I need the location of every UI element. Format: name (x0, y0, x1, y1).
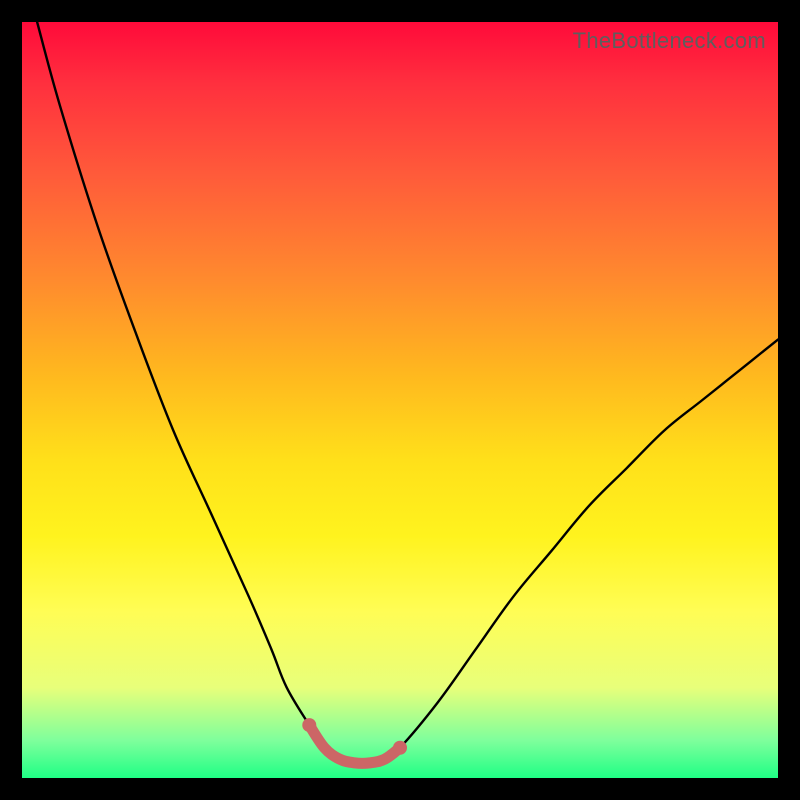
curve-layer (22, 22, 778, 778)
optimal-zone-path (309, 725, 400, 763)
bottleneck-curve-path (37, 22, 778, 763)
plot-area: TheBottleneck.com (22, 22, 778, 778)
optimal-zone-dot (393, 741, 407, 755)
chart-frame: TheBottleneck.com (0, 0, 800, 800)
optimal-zone-dot (302, 718, 316, 732)
